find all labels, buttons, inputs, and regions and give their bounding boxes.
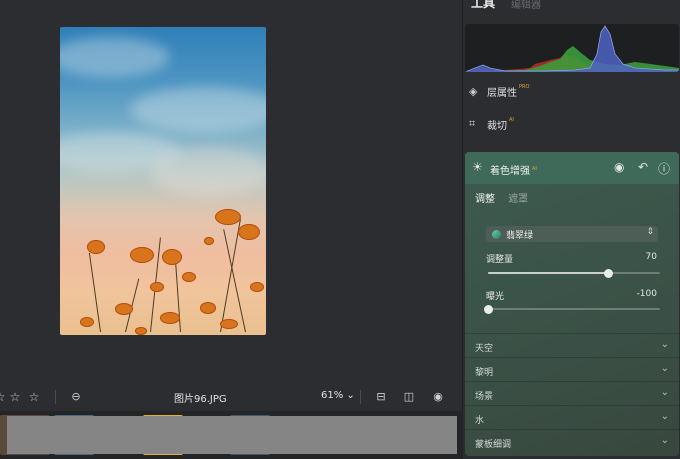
preset-select[interactable]: 翡翠绿 ⇕ bbox=[486, 226, 658, 242]
section-sky[interactable]: 天空 ⌄ bbox=[465, 333, 679, 357]
ai-badge: AI bbox=[532, 166, 537, 172]
section-dawn[interactable]: 黎明 ⌄ bbox=[465, 357, 679, 381]
color-enhance-card: ☀ 着色增强 AI ◉ ↶ ⓘ 调整 遮罩 翡翠绿 ⇕ 调整量 70 曝光 -1… bbox=[465, 152, 679, 456]
eye-icon[interactable]: ◉ bbox=[430, 389, 446, 405]
section-water[interactable]: 水 ⌄ bbox=[465, 405, 679, 429]
sun-icon: ☀ bbox=[472, 160, 483, 174]
exposure-label: 曝光 bbox=[486, 292, 505, 302]
layer-properties-label: 层属性 bbox=[487, 87, 517, 99]
visibility-eye-icon[interactable]: ◉ bbox=[614, 160, 624, 174]
preset-value: 翡翠绿 bbox=[506, 230, 534, 241]
info-icon[interactable]: ⓘ bbox=[658, 160, 670, 177]
histogram bbox=[465, 24, 679, 72]
display-mode-icon[interactable]: ⊟ bbox=[374, 389, 388, 405]
star-icon[interactable]: ☆ bbox=[0, 389, 6, 405]
preset-color-swatch bbox=[492, 229, 501, 239]
chevron-down-icon: ⌄ bbox=[660, 363, 669, 374]
star-icon[interactable]: ☆ bbox=[27, 389, 41, 405]
color-enhance-header[interactable]: ☀ 着色增强 AI ◉ ↶ ⓘ bbox=[465, 152, 679, 184]
exposure-slider-handle[interactable] bbox=[483, 304, 493, 314]
app-root: ☆ ☆ ☆ ⊖ 图片96.JPG 61% ⌄ ⊟ ◫ ◉ 工具 编辑器 bbox=[0, 0, 680, 459]
amount-value[interactable]: 70 bbox=[646, 252, 657, 262]
crop-icon: ⌗ bbox=[469, 117, 476, 130]
photo-preview bbox=[60, 27, 266, 335]
panel-title: 工具 bbox=[471, 0, 496, 10]
zoom-value: 61% bbox=[321, 390, 344, 401]
tab-mask[interactable]: 遮罩 bbox=[508, 190, 528, 205]
layers-icon: ◈ bbox=[469, 84, 478, 98]
more-icon[interactable]: ⊖ bbox=[69, 389, 83, 405]
amount-slider-fill bbox=[488, 272, 609, 274]
exposure-slider[interactable] bbox=[483, 304, 660, 314]
chevron-down-icon: ⌄ bbox=[660, 411, 669, 422]
panel-subtitle[interactable]: 编辑器 bbox=[511, 0, 541, 11]
section-scene[interactable]: 场景 ⌄ bbox=[465, 381, 679, 405]
bottom-toolbar: ☆ ☆ ☆ ⊖ 图片96.JPG 61% ⌄ ⊟ ◫ ◉ bbox=[0, 385, 462, 409]
pro-badge: PRO bbox=[519, 84, 530, 90]
zoom-level-dropdown[interactable]: 61% ⌄ bbox=[321, 390, 355, 401]
undo-icon[interactable]: ↶ bbox=[638, 160, 648, 174]
redaction-block bbox=[7, 416, 457, 454]
compare-split-icon[interactable]: ◫ bbox=[402, 389, 416, 405]
ai-badge: AI bbox=[509, 117, 514, 123]
star-icon[interactable]: ☆ bbox=[8, 389, 22, 405]
amount-slider[interactable] bbox=[488, 268, 660, 278]
amount-label: 调整量 bbox=[486, 255, 514, 265]
enhance-tabs: 调整 遮罩 bbox=[475, 190, 538, 205]
filename-label: 图片96.JPG bbox=[174, 394, 227, 405]
chevron-down-icon: ⌄ bbox=[660, 339, 669, 350]
tab-adjust[interactable]: 调整 bbox=[475, 190, 495, 205]
tools-panel: 工具 编辑器 ◈ 层属性 PRO ⌗ 裁切 AI ☀ 着色增强 AI ◉ ↶ ⓘ… bbox=[462, 0, 680, 459]
updown-chevron-icon: ⇕ bbox=[646, 227, 654, 237]
image-canvas[interactable] bbox=[0, 0, 462, 385]
crop-item[interactable]: ⌗ 裁切 AI bbox=[469, 113, 677, 135]
chevron-down-icon: ⌄ bbox=[660, 387, 669, 398]
section-mask-refine[interactable]: 蒙板细调 ⌄ bbox=[465, 429, 679, 453]
toolbar-divider bbox=[55, 390, 56, 404]
exposure-value[interactable]: -100 bbox=[637, 289, 657, 299]
histogram-graph bbox=[465, 25, 679, 72]
amount-slider-handle[interactable] bbox=[603, 268, 613, 278]
layer-properties-item[interactable]: ◈ 层属性 PRO bbox=[469, 80, 677, 102]
toolbar-divider bbox=[360, 390, 361, 404]
crop-label: 裁切 bbox=[487, 120, 507, 132]
color-enhance-title: 着色增强 AI bbox=[490, 166, 537, 177]
chevron-down-icon: ⌄ bbox=[660, 435, 669, 446]
